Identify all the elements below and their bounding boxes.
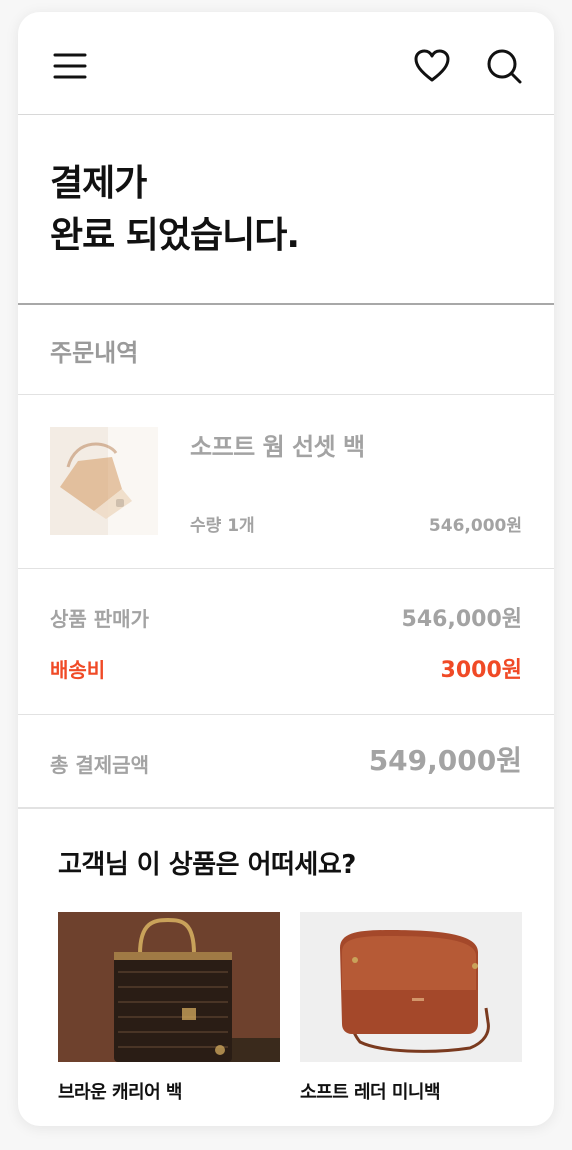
recommended-product-name: 소프트 레더 미니백 — [300, 1082, 441, 1103]
total-payment-value: 549,000원 — [368, 744, 522, 777]
order-complete-screen: 결제가 완료 되었습니다. 주문내역 소프트 웜 선셋 백 수량 1개 546,… — [18, 12, 554, 1126]
search-icon[interactable] — [484, 46, 524, 86]
product-price-value: 546,000원 — [401, 607, 522, 632]
product-name: 소프트 웜 선셋 백 — [190, 433, 365, 461]
recommendation-title: 고객님 이 상품은 어떠세요? — [58, 850, 356, 880]
product-image — [300, 912, 522, 1062]
order-history-label: 주문내역 — [18, 305, 554, 395]
product-image — [58, 912, 280, 1062]
price-summary: 상품 판매가 546,000원 배송비 3000원 — [18, 569, 554, 715]
product-price-label: 상품 판매가 — [50, 607, 149, 631]
recommended-product-card[interactable]: 브라운 캐리어 백 — [58, 912, 280, 1104]
page-title-line-2: 완료 되었습니다. — [50, 215, 300, 256]
total-payment: 총 결제금액 549,000원 — [18, 715, 554, 809]
order-item[interactable]: 소프트 웜 선셋 백 수량 1개 546,000원 — [18, 395, 554, 569]
page-title-line-1: 결제가 — [50, 163, 147, 204]
product-thumbnail — [50, 427, 158, 535]
completion-title: 결제가 완료 되었습니다. — [18, 115, 554, 305]
product-quantity: 수량 1개 — [190, 516, 255, 536]
recommended-product-name: 브라운 캐리어 백 — [58, 1082, 182, 1103]
top-header — [18, 12, 554, 115]
shipping-fee-value: 3000원 — [440, 658, 522, 683]
product-price: 546,000원 — [428, 516, 522, 536]
heart-icon[interactable] — [412, 46, 452, 86]
total-payment-label: 총 결제금액 — [50, 753, 149, 777]
shipping-fee-label: 배송비 — [50, 658, 106, 682]
recommended-product-card[interactable]: 소프트 레더 미니백 — [300, 912, 522, 1104]
hamburger-menu-icon[interactable] — [50, 46, 90, 86]
